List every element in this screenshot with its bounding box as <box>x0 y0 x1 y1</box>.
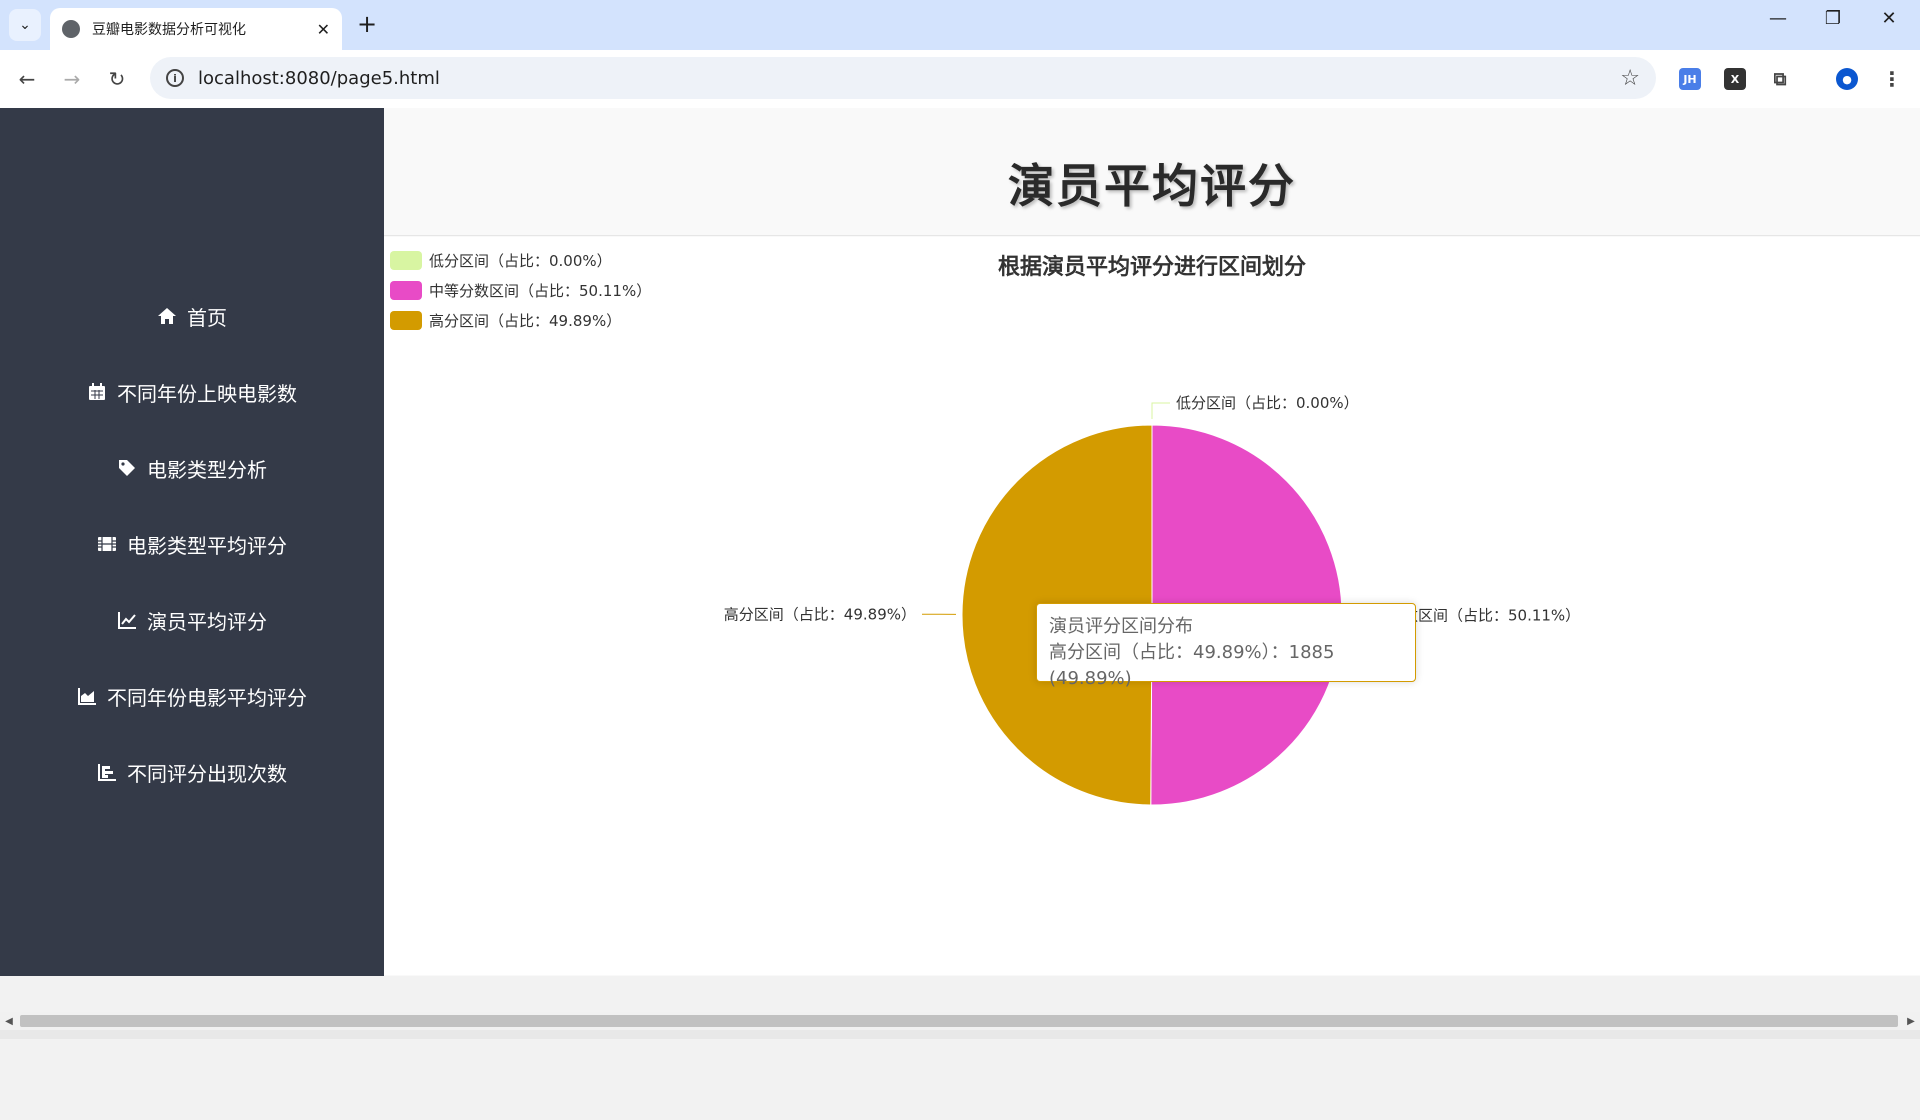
legend-item-mid[interactable]: 中等分数区间（占比：50.11%） <box>390 275 651 305</box>
legend-item-low[interactable]: 低分区间（占比：0.00%） <box>390 245 651 275</box>
slice-label-mid: 分数区间（占比：50.11%） <box>1388 607 1580 625</box>
sidebar: 首页 不同年份上映电影数 电影类型分析 电影类型平均评分 演员平均评分 <box>0 108 384 976</box>
sidebar-item-label: 电影类型平均评分 <box>127 530 287 559</box>
film-icon <box>97 534 117 554</box>
sidebar-item-genre-rating[interactable]: 电影类型平均评分 <box>0 524 384 564</box>
calendar-icon <box>87 382 107 402</box>
sidebar-item-label: 演员平均评分 <box>147 606 267 635</box>
new-tab-button[interactable]: + <box>352 10 382 38</box>
forward-icon[interactable]: → <box>56 63 88 95</box>
page-content: 首页 不同年份上映电影数 电影类型分析 电影类型平均评分 演员平均评分 <box>0 108 1920 976</box>
legend-item-high[interactable]: 高分区间（占比：49.89%） <box>390 305 651 335</box>
legend-swatch <box>390 281 422 300</box>
extensions-puzzle-icon[interactable]: ⧉ <box>1769 68 1791 90</box>
sidebar-item-yearly-releases[interactable]: 不同年份上映电影数 <box>0 372 384 412</box>
reload-icon[interactable]: ↻ <box>101 63 133 95</box>
browser-tabstrip: ⌄ 豆瓣电影数据分析可视化 ✕ + — ❐ ✕ <box>0 0 1920 50</box>
tooltip-title: 演员评分区间分布 <box>1049 614 1403 640</box>
sidebar-item-label: 不同年份上映电影数 <box>117 378 297 407</box>
legend-label: 高分区间（占比：49.89%） <box>429 310 621 331</box>
profile-avatar-icon[interactable]: ● <box>1836 68 1858 90</box>
taskbar-edge <box>0 1030 1920 1039</box>
legend-label: 中等分数区间（占比：50.11%） <box>429 280 651 301</box>
sidebar-item-yearly-rating[interactable]: 不同年份电影平均评分 <box>0 676 384 716</box>
sidebar-item-label: 首页 <box>187 302 227 331</box>
sidebar-item-label: 不同年份电影平均评分 <box>107 682 307 711</box>
browser-toolbar: ← → ↻ i localhost:8080/page5.html ☆ JH X… <box>0 50 1920 108</box>
tab-search-button[interactable]: ⌄ <box>9 9 41 41</box>
restore-icon[interactable]: ❐ <box>1813 8 1853 29</box>
tooltip-body: 高分区间（占比：49.89%）：1885 (49.89%) <box>1049 640 1403 692</box>
sidebar-item-label: 电影类型分析 <box>147 454 267 483</box>
site-info-icon[interactable]: i <box>166 69 184 87</box>
slice-label-low: 低分区间（占比：0.00%） <box>1176 394 1359 412</box>
menu-kebab-icon[interactable]: ⋮ <box>1881 68 1903 90</box>
label-leader-low <box>1152 403 1170 419</box>
page-footer-strip <box>0 1084 1920 1120</box>
legend-swatch <box>390 311 422 330</box>
url-text[interactable]: localhost:8080/page5.html <box>198 68 1620 89</box>
scroll-right-icon[interactable]: ▶ <box>1902 1012 1920 1030</box>
tab-title: 豆瓣电影数据分析可视化 <box>92 19 317 39</box>
sidebar-item-genre-analysis[interactable]: 电影类型分析 <box>0 448 384 488</box>
chart-panel: 低分区间（占比：0.00%） 分数区间（占比：50.11%） 高分区间（占比：49.… <box>384 237 1920 975</box>
close-icon[interactable]: ✕ <box>317 20 330 39</box>
sidebar-item-home[interactable]: 首页 <box>0 296 384 336</box>
browser-tab[interactable]: 豆瓣电影数据分析可视化 ✕ <box>50 8 342 50</box>
chart-tooltip: 演员评分区间分布 高分区间（占比：49.89%）：1885 (49.89%) <box>1036 603 1416 682</box>
bar-chart-icon <box>97 762 117 782</box>
scrollbar-thumb[interactable] <box>20 1015 1898 1027</box>
horizontal-scrollbar[interactable]: ◀ ▶ <box>0 1012 1920 1030</box>
chart-legend: 低分区间（占比：0.00%） 中等分数区间（占比：50.11%） 高分区间（占比… <box>390 245 651 335</box>
legend-swatch <box>390 251 422 270</box>
minimize-icon[interactable]: — <box>1758 8 1798 29</box>
sidebar-item-actor-rating[interactable]: 演员平均评分 <box>0 600 384 640</box>
home-icon <box>157 306 177 326</box>
legend-label: 低分区间（占比：0.00%） <box>429 250 612 271</box>
page-header: 演员平均评分 <box>384 108 1920 236</box>
page-title: 演员平均评分 <box>384 150 1920 216</box>
slice-label-high: 高分区间（占比：49.89%） <box>724 605 916 623</box>
scroll-left-icon[interactable]: ◀ <box>0 1012 18 1030</box>
address-bar[interactable]: i localhost:8080/page5.html ☆ <box>150 57 1656 99</box>
sidebar-item-label: 不同评分出现次数 <box>127 758 287 787</box>
back-icon[interactable]: ← <box>11 63 43 95</box>
bookmark-star-icon[interactable]: ☆ <box>1620 66 1640 91</box>
window-close-icon[interactable]: ✕ <box>1869 8 1909 29</box>
area-chart-icon <box>77 686 97 706</box>
x-extension-icon[interactable]: X <box>1724 68 1746 90</box>
tag-icon <box>117 458 137 478</box>
jh-extension-icon[interactable]: JH <box>1679 68 1701 90</box>
line-chart-icon <box>117 610 137 630</box>
sidebar-item-rating-frequency[interactable]: 不同评分出现次数 <box>0 752 384 792</box>
globe-icon <box>62 20 80 38</box>
